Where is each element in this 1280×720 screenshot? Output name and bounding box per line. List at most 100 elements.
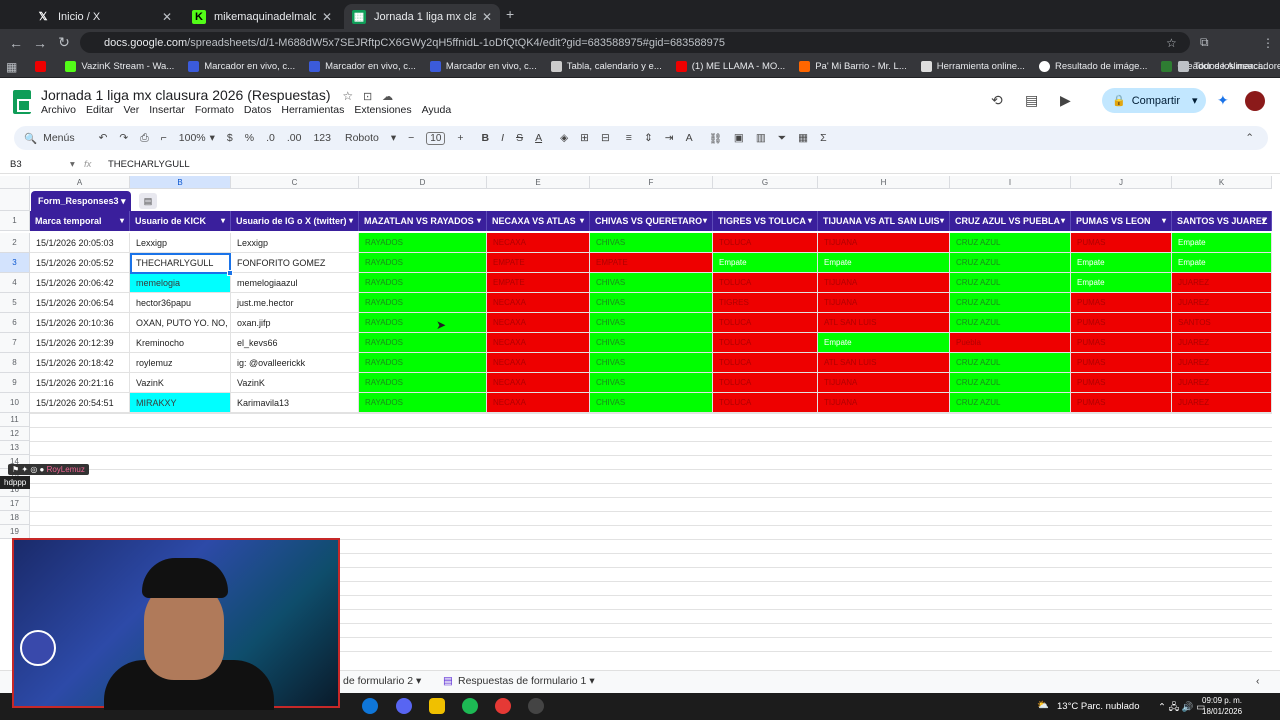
- menu-extensiones[interactable]: Extensiones: [354, 104, 411, 116]
- table-cell[interactable]: 15/1/2026 20:05:52: [30, 253, 130, 273]
- comments-icon[interactable]: ▤: [1025, 92, 1038, 109]
- filter-views-icon[interactable]: ▦: [798, 132, 808, 144]
- table-cell[interactable]: CHIVAS: [590, 353, 713, 373]
- row-header[interactable]: 6: [0, 313, 30, 333]
- close-tab-icon[interactable]: ✕: [482, 10, 492, 24]
- table-cell[interactable]: VazinK: [231, 373, 359, 393]
- table-cell[interactable]: roylemuz: [130, 353, 231, 373]
- table-cell[interactable]: THECHARLYGULL: [130, 253, 231, 273]
- table-cell[interactable]: TOLUCA: [713, 333, 818, 353]
- table-cell[interactable]: MIRAKXY: [130, 393, 231, 413]
- row-header[interactable]: 9: [0, 373, 30, 393]
- menu-archivo[interactable]: Archivo: [41, 104, 76, 116]
- row-header[interactable]: 18: [0, 511, 30, 525]
- column-header[interactable]: G: [713, 176, 818, 189]
- font-size-increase-icon[interactable]: +: [457, 132, 463, 144]
- reload-icon[interactable]: ↻: [52, 34, 76, 51]
- row-header[interactable]: 1: [0, 211, 30, 231]
- table-cell[interactable]: oxan.jifp: [231, 313, 359, 333]
- table-cell[interactable]: TIGRES: [713, 293, 818, 313]
- table-cell[interactable]: 15/1/2026 20:54:51: [30, 393, 130, 413]
- table-cell[interactable]: CHIVAS: [590, 313, 713, 333]
- table-column-header[interactable]: Usuario de KICK ▾: [130, 211, 231, 231]
- table-cell[interactable]: PUMAS: [1071, 293, 1172, 313]
- redo-icon[interactable]: ↷: [119, 132, 128, 144]
- table-cell[interactable]: just.me.hector: [231, 293, 359, 313]
- table-cell[interactable]: PUMAS: [1071, 333, 1172, 353]
- table-cell[interactable]: EMPATE: [487, 253, 590, 273]
- table-cell[interactable]: CRUZ AZUL: [950, 313, 1071, 333]
- table-cell[interactable]: memelogia: [130, 273, 231, 293]
- table-column-header[interactable]: NECAXA VS ATLAS ▾: [487, 211, 590, 231]
- text-color-icon[interactable]: A: [535, 132, 542, 144]
- chevron-down-icon[interactable]: ▾: [210, 132, 215, 144]
- close-tab-icon[interactable]: ✕: [322, 10, 332, 24]
- chevron-down-icon[interactable]: ▾: [1162, 211, 1166, 231]
- row-header[interactable]: 13: [0, 441, 30, 455]
- sheet-tab-form-1[interactable]: Respuestas de formulario 1 ▾: [458, 675, 595, 687]
- tab-kick[interactable]: K mikemaquinadelmalchow - Wa ✕: [184, 4, 340, 29]
- font-size-field[interactable]: 10: [426, 131, 446, 145]
- chevron-down-icon[interactable]: ▾: [70, 159, 84, 170]
- italic-icon[interactable]: I: [501, 132, 504, 144]
- table-cell[interactable]: Puebla: [950, 333, 1071, 353]
- table-cell[interactable]: JUAREZ: [1172, 273, 1272, 293]
- align-left-icon[interactable]: ≡: [626, 132, 632, 144]
- forward-icon[interactable]: →: [28, 35, 52, 51]
- back-icon[interactable]: ←: [4, 35, 28, 51]
- menu-search-field[interactable]: Menús: [43, 132, 75, 144]
- table-cell[interactable]: TIJUANA: [818, 273, 950, 293]
- row-header[interactable]: 2: [0, 233, 30, 253]
- font-select[interactable]: Roboto: [345, 132, 379, 144]
- bold-icon[interactable]: B: [482, 132, 490, 144]
- table-cell[interactable]: ATL SAN LUIS: [818, 353, 950, 373]
- select-all-corner[interactable]: [0, 176, 30, 189]
- zoom-select[interactable]: 100%: [179, 132, 206, 144]
- table-cell[interactable]: CRUZ AZUL: [950, 293, 1071, 313]
- row-header[interactable]: 7: [0, 333, 30, 353]
- bookmark[interactable]: Tabla, calendario y e...: [550, 61, 662, 72]
- print-icon[interactable]: ⎙: [140, 132, 148, 145]
- table-cell[interactable]: CHIVAS: [590, 293, 713, 313]
- table-cell[interactable]: Karimavila13: [231, 393, 359, 413]
- table-cell[interactable]: JUAREZ: [1172, 293, 1272, 313]
- column-header[interactable]: C: [231, 176, 359, 189]
- bookmark[interactable]: Marcador en vivo, c...: [309, 61, 416, 72]
- tab-x[interactable]: 𝕏 Inicio / X ✕: [28, 4, 180, 29]
- edge-icon[interactable]: [362, 698, 378, 714]
- collapse-toolbar-icon[interactable]: ⌃: [1245, 132, 1254, 144]
- comment-icon[interactable]: ▣: [734, 132, 744, 144]
- column-header[interactable]: J: [1071, 176, 1172, 189]
- merge-cells-icon[interactable]: ⊟: [601, 132, 610, 144]
- chevron-down-icon[interactable]: ▾: [1192, 94, 1198, 107]
- tray-icons[interactable]: ⌃ 🖧 🔊 ▭: [1158, 700, 1205, 716]
- folder-icon[interactable]: [429, 698, 445, 714]
- column-header[interactable]: A: [30, 176, 130, 189]
- fill-handle[interactable]: [227, 270, 233, 276]
- row-header[interactable]: 19: [0, 525, 30, 539]
- chevron-down-icon[interactable]: ▾: [120, 211, 124, 231]
- avatar[interactable]: [1245, 91, 1265, 111]
- column-header[interactable]: H: [818, 176, 950, 189]
- table-cell[interactable]: TIJUANA: [818, 293, 950, 313]
- column-header[interactable]: K: [1172, 176, 1272, 189]
- url-field[interactable]: docs.google.com/spreadsheets/d/1-M688dW5…: [80, 32, 1190, 53]
- table-cell[interactable]: JUAREZ: [1172, 353, 1272, 373]
- table-column-header[interactable]: PUMAS VS LEON ▾: [1071, 211, 1172, 231]
- chevron-down-icon[interactable]: ▾: [477, 211, 481, 231]
- table-cell[interactable]: EMPATE: [590, 253, 713, 273]
- table-column-header[interactable]: CRUZ AZUL VS PUEBLA ▾: [950, 211, 1071, 231]
- close-tab-icon[interactable]: ✕: [162, 10, 172, 24]
- table-cell[interactable]: CRUZ AZUL: [950, 233, 1071, 253]
- chevron-down-icon[interactable]: ▾: [940, 211, 944, 231]
- chevron-down-icon[interactable]: ▾: [1061, 211, 1065, 231]
- table-cell[interactable]: RAYADOS: [359, 233, 487, 253]
- font-size-decrease-icon[interactable]: −: [408, 132, 414, 144]
- extensions-icon[interactable]: ⧉: [1200, 35, 1209, 50]
- formula-input[interactable]: THECHARLYGULL: [108, 159, 190, 170]
- table-cell[interactable]: RAYADOS: [359, 293, 487, 313]
- chevron-down-icon[interactable]: ▾: [349, 211, 353, 231]
- table-cell[interactable]: RAYADOS: [359, 373, 487, 393]
- rotate-text-icon[interactable]: A: [686, 132, 693, 144]
- name-box[interactable]: B3: [0, 159, 70, 170]
